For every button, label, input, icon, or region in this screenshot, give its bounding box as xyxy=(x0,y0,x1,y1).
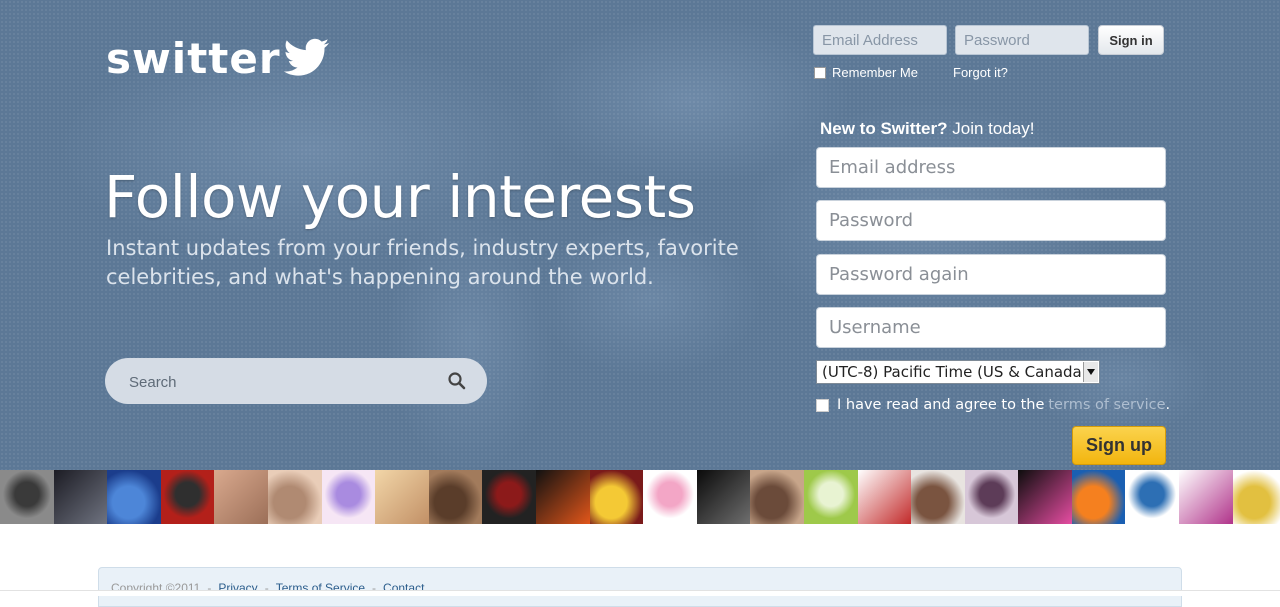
hero-headline: Follow your interests xyxy=(104,163,696,231)
search-icon[interactable] xyxy=(447,371,467,391)
hero-subline: Instant updates from your friends, indus… xyxy=(106,236,739,289)
avatar-thumbnail[interactable] xyxy=(107,470,161,524)
avatar-thumbnail[interactable] xyxy=(1125,470,1180,524)
page-bottom-edge xyxy=(0,590,1280,596)
timezone-select[interactable]: (UTC-8) Pacific Time (US & Canada) xyxy=(816,360,1100,384)
footer: Copyright ©2011 - Privacy - Terms of Ser… xyxy=(98,567,1182,607)
avatar-thumbnail[interactable] xyxy=(428,470,483,524)
signup-button[interactable]: Sign up xyxy=(1072,426,1166,465)
avatar-thumbnail[interactable] xyxy=(535,470,590,524)
signup-password-again-input[interactable] xyxy=(816,254,1166,295)
signup-title: New to Switter? Join today! xyxy=(820,119,1034,139)
avatar-thumbnail[interactable] xyxy=(160,470,215,524)
avatar-thumbnail[interactable] xyxy=(1018,470,1072,524)
signup-password-input[interactable] xyxy=(816,200,1166,241)
signup-username-input[interactable] xyxy=(816,307,1166,348)
timezone-selected-value: (UTC-8) Pacific Time (US & Canada) xyxy=(822,363,1088,381)
avatar-thumbnail[interactable] xyxy=(267,470,322,524)
search-input[interactable] xyxy=(127,369,431,395)
signin-password-input[interactable] xyxy=(955,25,1089,55)
switter-logo[interactable]: switter xyxy=(106,36,331,82)
terms-prefix: I have read and agree to the xyxy=(837,397,1045,413)
avatar-thumbnail[interactable] xyxy=(375,470,429,524)
chevron-down-icon[interactable] xyxy=(1083,362,1098,382)
avatar-thumbnail[interactable] xyxy=(857,470,912,524)
signup-email-input[interactable] xyxy=(816,147,1166,188)
terms-suffix: . xyxy=(1165,397,1171,413)
remember-me-label: Remember Me xyxy=(832,65,918,80)
signup-title-rest: Join today! xyxy=(947,119,1035,138)
avatar-thumbnail[interactable] xyxy=(643,470,697,524)
terms-of-service-link[interactable]: terms of service xyxy=(1048,397,1165,413)
logo-text: switter xyxy=(106,34,281,83)
remember-me-checkbox[interactable] xyxy=(814,66,826,79)
terms-checkbox[interactable] xyxy=(816,398,829,412)
avatar-thumbnail[interactable] xyxy=(1232,470,1280,524)
hero-banner: switter Sign in Remember Me Forgot it? F… xyxy=(0,0,1280,470)
avatar-thumbnail[interactable] xyxy=(321,470,376,524)
signin-email-input[interactable] xyxy=(813,25,947,55)
signup-title-bold: New to Switter? xyxy=(820,119,948,138)
avatar-thumbnail[interactable] xyxy=(964,470,1019,524)
terms-agreement[interactable]: I have read and agree to the terms of se… xyxy=(816,397,1170,413)
avatar-thumbnail[interactable] xyxy=(214,470,268,524)
avatar-strip xyxy=(0,470,1280,524)
bird-icon xyxy=(283,38,329,76)
avatar-thumbnail[interactable] xyxy=(53,470,108,524)
signin-button[interactable]: Sign in xyxy=(1098,25,1164,55)
avatar-thumbnail[interactable] xyxy=(1071,470,1126,524)
avatar-thumbnail[interactable] xyxy=(750,470,804,524)
avatar-thumbnail[interactable] xyxy=(911,470,965,524)
avatar-thumbnail[interactable] xyxy=(482,470,536,524)
avatar-thumbnail[interactable] xyxy=(803,470,858,524)
avatar-thumbnail[interactable] xyxy=(589,470,644,524)
forgot-password-link[interactable]: Forgot it? xyxy=(953,65,1008,80)
avatar-thumbnail[interactable] xyxy=(696,470,751,524)
avatar-thumbnail[interactable] xyxy=(0,470,54,524)
avatar-thumbnail[interactable] xyxy=(1179,470,1233,524)
search-box[interactable] xyxy=(105,358,487,404)
remember-me[interactable]: Remember Me xyxy=(814,65,918,80)
